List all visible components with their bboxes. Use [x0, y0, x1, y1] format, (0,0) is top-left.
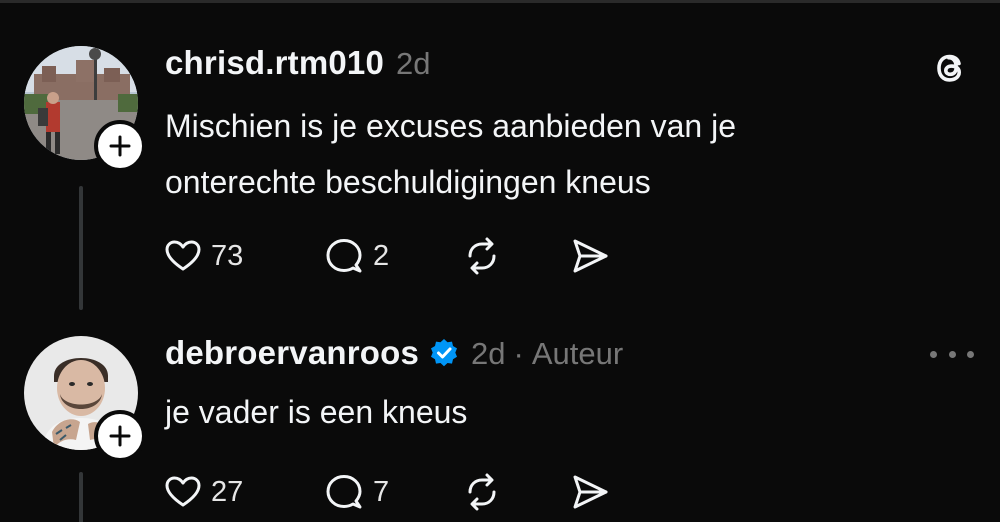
repost-icon [461, 235, 503, 277]
post-actions: 27 7 [163, 470, 629, 514]
reply-button[interactable]: 2 [323, 234, 461, 278]
post-header: chrisd.rtm010 2d [165, 44, 431, 82]
post-header: debroervanroos 2d · Auteur [165, 334, 623, 372]
reply-count: 2 [373, 239, 390, 272]
reply-count: 7 [373, 475, 390, 508]
post-text-line: Mischien is je excuses aanbieden van je [165, 108, 736, 144]
thread-connector-line [79, 472, 83, 522]
follow-button[interactable] [94, 120, 146, 172]
plus-icon [109, 425, 131, 447]
meta-separator: · [513, 336, 524, 371]
post-text: je vader is een kneus [165, 384, 925, 440]
post-age: 2d [396, 46, 431, 81]
reply-button[interactable]: 7 [323, 470, 461, 514]
share-button[interactable] [569, 234, 629, 278]
comment-icon [323, 235, 365, 277]
like-count: 73 [211, 239, 244, 272]
comment-icon [323, 471, 365, 513]
heart-icon [163, 472, 203, 512]
like-count: 27 [211, 475, 244, 508]
thread-post: chrisd.rtm010 2d Mischien is je excuses … [0, 0, 1000, 320]
threads-logo-icon[interactable] [928, 46, 972, 90]
send-icon [569, 471, 611, 513]
share-button[interactable] [569, 470, 629, 514]
send-icon [569, 235, 611, 277]
verified-badge-icon [429, 338, 459, 368]
like-button[interactable]: 73 [163, 234, 323, 278]
post-text-line: onterechte beschuldigingen kneus [165, 164, 651, 200]
thread-connector-line [79, 186, 83, 310]
repost-icon [461, 471, 503, 513]
repost-button[interactable] [461, 234, 569, 278]
more-options-icon[interactable] [930, 344, 974, 364]
repost-button[interactable] [461, 470, 569, 514]
author-label: Auteur [531, 336, 624, 371]
like-button[interactable]: 27 [163, 470, 323, 514]
username[interactable]: chrisd.rtm010 [165, 44, 384, 82]
thread-post: debroervanroos 2d · Auteur je vader is e… [0, 320, 1000, 522]
post-text: Mischien is je excuses aanbieden van je … [165, 98, 925, 210]
post-age: 2d [471, 336, 506, 371]
username[interactable]: debroervanroos [165, 334, 419, 372]
post-actions: 73 2 [163, 234, 629, 278]
heart-icon [163, 236, 203, 276]
follow-button[interactable] [94, 410, 146, 462]
post-text-line: je vader is een kneus [165, 394, 468, 430]
plus-icon [109, 135, 131, 157]
